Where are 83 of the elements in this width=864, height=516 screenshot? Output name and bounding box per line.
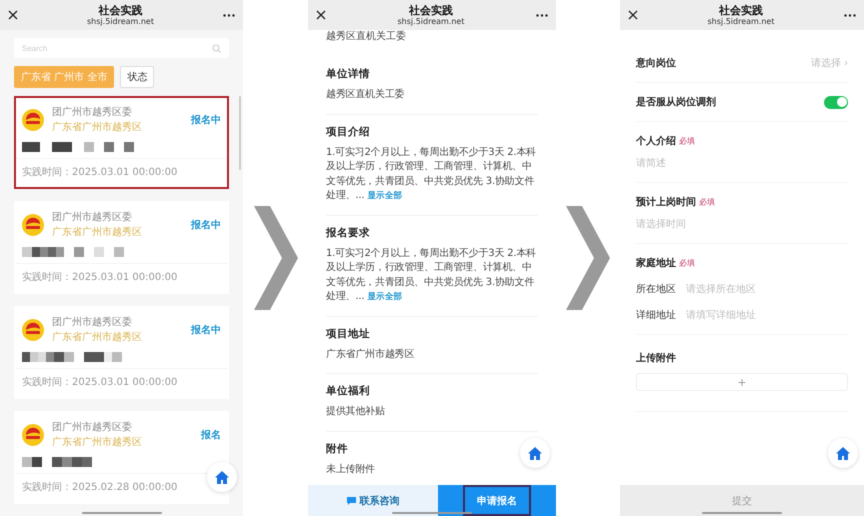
section-text: 越秀区直机关工委	[326, 30, 407, 44]
submit-button[interactable]: 提交	[620, 485, 864, 516]
home-button[interactable]	[828, 438, 858, 468]
close-icon[interactable]	[628, 10, 638, 20]
activity-card[interactable]: 团广州市越秀区委 广东省广州市越秀区 报名 实践时间：2025.02.28 00:00:00	[14, 411, 229, 504]
section-title: 附件	[326, 442, 349, 456]
field-label: 个人介绍	[636, 134, 676, 148]
practice-time: 实践时间：2025.03.01 00:00:00	[16, 158, 227, 187]
activity-card[interactable]: 团广州市越秀区委 广东省广州市越秀区 报名中 实践时间：2025.03.01 00:00:00	[14, 201, 229, 294]
chevron-icon	[566, 206, 610, 310]
select-field[interactable]: 请选择 ›	[810, 56, 848, 70]
input-field[interactable]: 请简述	[636, 156, 848, 170]
home-icon	[528, 446, 542, 460]
section-text: 提供其他补贴	[326, 405, 386, 419]
section-title: 单位福利	[326, 384, 371, 398]
field-label: 上传附件	[636, 352, 676, 365]
chevron-icon	[254, 206, 298, 310]
section-text: 越秀区直机关工委	[326, 88, 406, 102]
input-field[interactable]: 请选择时间	[636, 217, 848, 231]
emblem-icon	[22, 318, 44, 340]
close-icon[interactable]	[316, 10, 326, 20]
page-title: 社会实践	[409, 4, 453, 16]
home-icon	[836, 446, 850, 460]
org-name: 团广州市越秀区委	[52, 210, 133, 224]
more-icon[interactable]	[844, 14, 856, 16]
filter-chip[interactable]: 状态	[120, 66, 154, 88]
more-icon[interactable]	[536, 14, 548, 16]
more-icon[interactable]	[223, 14, 235, 16]
site-url: shsj.5idream.net	[708, 16, 774, 26]
field-label: 意向岗位	[636, 56, 676, 70]
section-text: 未上传附件	[326, 462, 376, 476]
status-label: 报名中	[191, 324, 221, 336]
site-url: shsj.5idream.net	[87, 16, 154, 26]
section-title: 项目介绍	[326, 124, 371, 138]
practice-time: 实践时间：2025.03.01 00:00:00	[16, 263, 227, 292]
required-tag: 必填	[679, 135, 695, 147]
section-title: 报名要求	[326, 226, 371, 240]
home-icon	[215, 470, 229, 484]
section-text: 1.可实习2个月以上，每周出勤不少于3天 2.本科及以上学历，行政管理、工商管理、计算机、中文等优先，共青团员、中共党员优先 3.协助文件处理、... 显示全部	[326, 246, 537, 304]
filter-chip[interactable]: 广东省 广州市 全市	[14, 66, 114, 88]
input-field[interactable]: 请填写详细地址	[686, 308, 756, 322]
required-tag: 必填	[679, 257, 695, 269]
section-text: 广东省广州市越秀区	[326, 348, 416, 362]
emblem-icon	[22, 108, 44, 130]
org-name: 团广州市越秀区委	[52, 106, 133, 119]
location-text: 广东省广州市越秀区	[52, 226, 143, 239]
chat-icon	[346, 496, 356, 504]
blurred-text-drawing	[22, 457, 92, 467]
apply-button[interactable]: 申请报名	[463, 485, 531, 516]
input-field[interactable]: 请选择所在地区	[686, 282, 756, 296]
home-button[interactable]	[520, 438, 550, 468]
show-all-link[interactable]: 显示全部	[367, 292, 403, 302]
practice-time: 实践时间：2025.03.01 00:00:00	[16, 368, 227, 397]
emblem-icon	[22, 424, 44, 446]
section-text: 1.可实习2个月以上，每周出勤不少于3天 2.本科及以上学历，行政管理、工商管理、计算机、中文等优先，共青团员、中共党员优先 3.协助文件处理、... 显示全部	[326, 146, 537, 203]
contact-button[interactable]: 联系咨询	[308, 485, 438, 516]
activity-card[interactable]: 团广州市越秀区委 广东省广州市越秀区 报名中 实践时间：2025.03.01 00:00:00	[14, 306, 229, 399]
location-text: 广东省广州市越秀区	[52, 330, 143, 344]
org-name: 团广州市越秀区委	[52, 420, 133, 434]
status-label: 报名中	[191, 114, 221, 126]
field-label: 是否服从岗位调剂	[636, 96, 716, 109]
status-label: 报名中	[191, 218, 221, 232]
section-title: 项目地址	[326, 326, 371, 340]
field-label: 家庭地址	[636, 256, 676, 270]
field-label: 详细地址	[636, 308, 676, 322]
show-all-link[interactable]: 显示全部	[367, 191, 403, 201]
location-text: 广东省广州市越秀区	[52, 436, 143, 449]
upload-button[interactable]: +	[636, 373, 848, 391]
section-title: 单位详情	[326, 67, 371, 81]
status-label: 报名	[201, 428, 221, 442]
activity-card[interactable]: 团广州市越秀区委 广东省广州市越秀区 报名中 实践时间：2025.03.01 00:00:00	[14, 96, 229, 189]
search-icon	[212, 44, 221, 52]
org-name: 团广州市越秀区委	[52, 316, 133, 329]
emblem-icon	[22, 214, 44, 236]
field-label: 所在地区	[636, 282, 676, 296]
required-tag: 必填	[699, 196, 715, 208]
field-label: 预计上岗时间	[636, 196, 696, 209]
page-title: 社会实践	[98, 4, 142, 16]
site-url: shsj.5idream.net	[398, 16, 464, 26]
page-title: 社会实践	[719, 4, 763, 16]
close-icon[interactable]	[8, 10, 18, 20]
location-text: 广东省广州市越秀区	[52, 120, 143, 134]
toggle-switch[interactable]	[824, 96, 848, 108]
